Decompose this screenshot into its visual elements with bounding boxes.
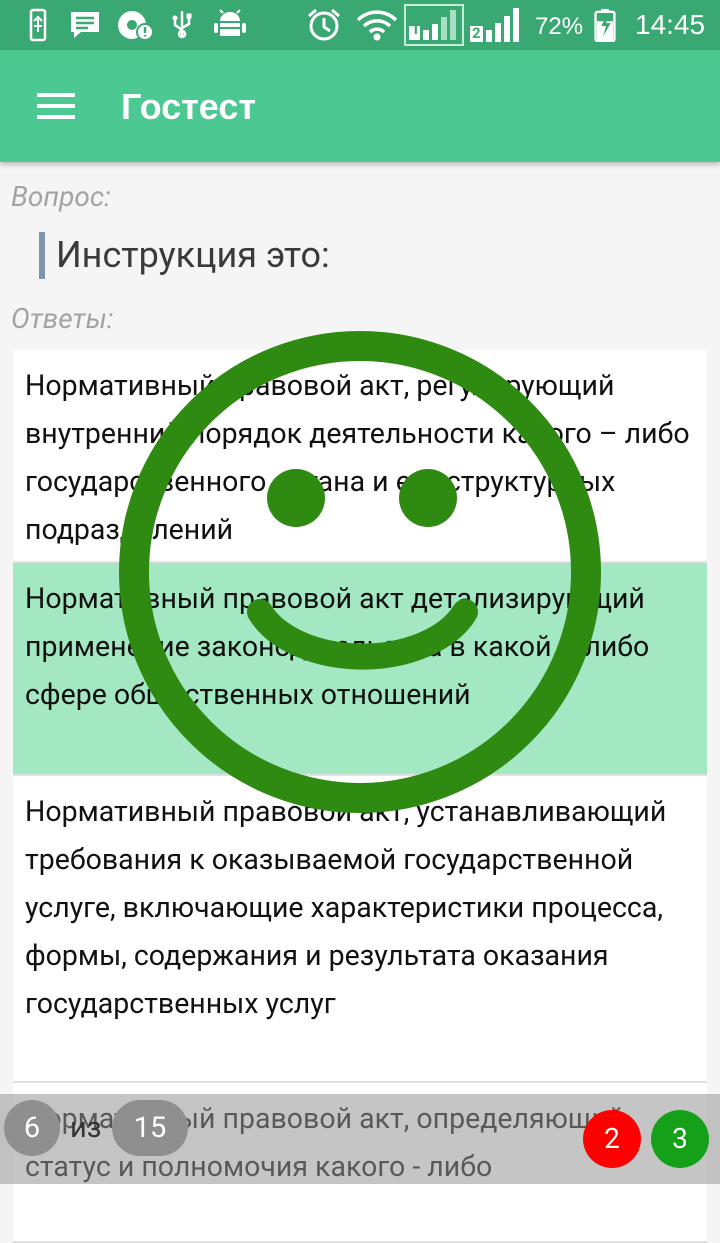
sim2-label: 2 bbox=[472, 24, 481, 42]
usb-icon bbox=[29, 8, 47, 42]
signal-sim1-icon: 1 bbox=[404, 4, 464, 46]
battery-charging-icon bbox=[594, 8, 616, 42]
answer-option-2-selected[interactable]: Нормативный правовой акт детализирующий … bbox=[13, 563, 707, 776]
question-label: Вопрос: bbox=[11, 180, 111, 213]
right-answers-count: 3 bbox=[651, 1110, 709, 1168]
of-label: из bbox=[70, 1111, 102, 1145]
app-title: Гостест bbox=[121, 86, 256, 127]
answer-option-1[interactable]: Нормативный правовой акт, регулирующий в… bbox=[13, 350, 707, 563]
status-bar: 1 2 72% 14:45 bbox=[0, 0, 720, 50]
android-icon bbox=[214, 9, 246, 36]
answer-option-3[interactable]: Нормативный правовой акт, устанавливающи… bbox=[13, 776, 707, 1083]
app-bar: Гостест bbox=[0, 50, 720, 162]
wifi-icon bbox=[356, 10, 398, 41]
wrong-answers-count: 2 bbox=[583, 1110, 641, 1168]
question-text: Инструкция это: bbox=[56, 234, 330, 276]
message-icon bbox=[71, 12, 99, 38]
bottom-progress-bar: 6 из 15 2 3 bbox=[0, 1094, 720, 1184]
signal-sim2-icon: 2 bbox=[468, 4, 526, 46]
chrome-alert-icon bbox=[118, 11, 154, 41]
battery-percent: 72% bbox=[535, 13, 584, 40]
total-questions: 15 bbox=[112, 1100, 188, 1156]
question-quote-bar bbox=[39, 232, 45, 279]
usb-debug-icon bbox=[172, 11, 192, 39]
current-question-number: 6 bbox=[4, 1100, 60, 1156]
clock: 14:45 bbox=[635, 9, 706, 40]
answers-label: Ответы: bbox=[11, 302, 114, 335]
alarm-icon bbox=[308, 8, 340, 41]
hamburger-menu-icon[interactable] bbox=[37, 93, 75, 119]
sim1-label: 1 bbox=[411, 20, 420, 38]
